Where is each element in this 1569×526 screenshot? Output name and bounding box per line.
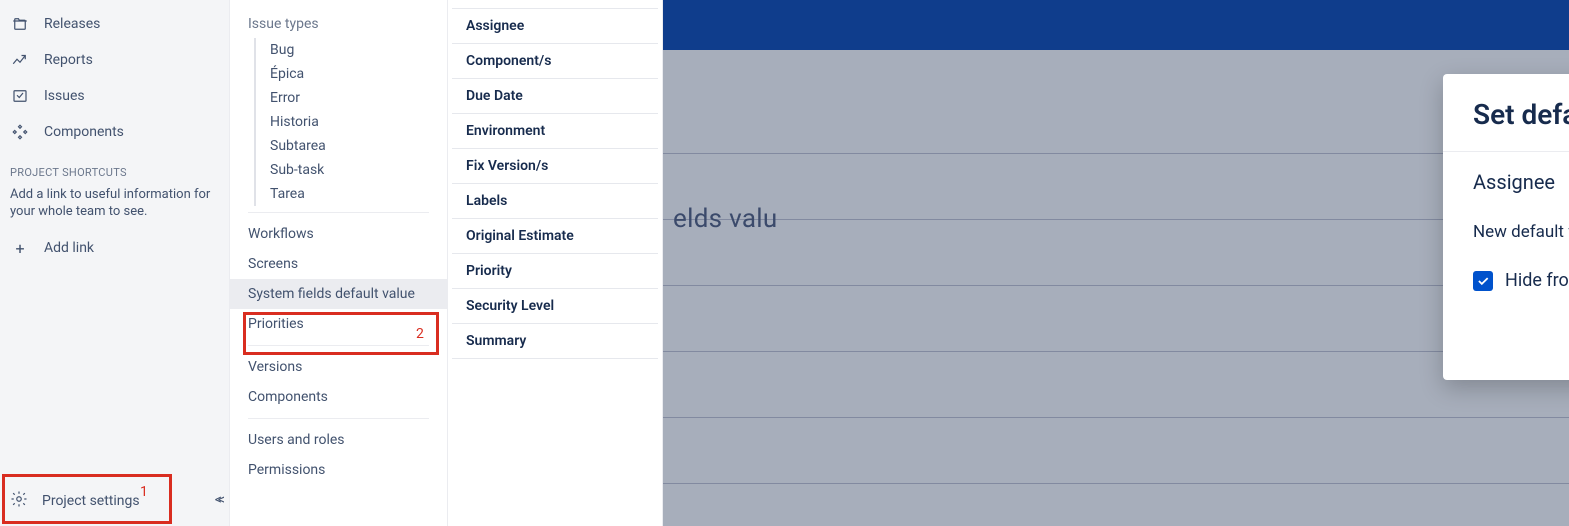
hide-from-create-checkbox[interactable] xyxy=(1473,271,1493,291)
issues-icon xyxy=(10,86,30,106)
settings-screens[interactable]: Screens xyxy=(230,249,447,279)
field-securitylevel[interactable]: Security Level xyxy=(452,289,658,324)
sidebar-item-label: Reports xyxy=(44,52,93,68)
add-link-label: Add link xyxy=(44,240,94,256)
settings-sidebar: Issue types Bug Épica Error Historia Sub… xyxy=(230,0,448,526)
plus-icon: + xyxy=(10,239,30,258)
secondary-bar xyxy=(663,50,1569,150)
sidebar-item-issues[interactable]: Issues xyxy=(0,78,229,114)
page-title-partial: elds valu xyxy=(673,204,778,234)
background-table-rows xyxy=(663,153,1569,526)
issue-type-subtask[interactable]: Sub-task xyxy=(256,158,447,182)
sidebar-item-components[interactable]: Components xyxy=(0,114,229,150)
reports-icon xyxy=(10,50,30,70)
field-duedate[interactable]: Due Date xyxy=(452,79,658,114)
issue-type-epica[interactable]: Épica xyxy=(256,62,447,86)
shortcuts-section-label: PROJECT SHORTCUTS xyxy=(0,150,229,183)
project-settings-button[interactable]: Project settings xyxy=(0,476,229,526)
field-summary[interactable]: Summary xyxy=(452,324,658,359)
modal-title: Set default value xyxy=(1473,98,1569,131)
issue-type-historia[interactable]: Historia xyxy=(256,110,447,134)
field-labels[interactable]: Labels xyxy=(452,184,658,219)
field-originalestimate[interactable]: Original Estimate xyxy=(452,219,658,254)
main-area: elds valu e Set default value Assignee N… xyxy=(663,0,1569,526)
field-environment[interactable]: Environment xyxy=(452,114,658,149)
field-assignee[interactable]: Assignee xyxy=(452,8,658,44)
collapse-sidebar-button[interactable]: << xyxy=(215,492,221,508)
settings-priorities[interactable]: Priorities xyxy=(230,309,447,339)
field-fixversions[interactable]: Fix Version/s xyxy=(452,149,658,184)
components-icon xyxy=(10,122,30,142)
add-link-button[interactable]: + Add link xyxy=(0,231,229,266)
annotation-number-2: 2 xyxy=(416,326,424,342)
field-priority[interactable]: Priority xyxy=(452,254,658,289)
issue-type-tarea[interactable]: Tarea xyxy=(256,182,447,206)
releases-icon xyxy=(10,14,30,34)
shortcuts-help-text: Add a link to useful information for you… xyxy=(0,183,229,231)
sidebar-item-reports[interactable]: Reports xyxy=(0,42,229,78)
settings-versions[interactable]: Versions xyxy=(230,352,447,382)
issue-types-label: Issue types xyxy=(230,4,447,38)
top-nav-bar xyxy=(663,0,1569,50)
modal-field-label: Assignee xyxy=(1473,170,1569,194)
settings-components[interactable]: Components xyxy=(230,382,447,412)
gear-icon xyxy=(10,490,28,512)
project-sidebar: Releases Reports Issues Components xyxy=(0,0,230,526)
fields-column: Assignee Component/s Due Date Environmen… xyxy=(448,0,663,526)
settings-system-fields-default[interactable]: System fields default value xyxy=(230,279,447,309)
settings-workflows[interactable]: Workflows xyxy=(230,219,447,249)
settings-permissions[interactable]: Permissions xyxy=(230,455,447,485)
field-components[interactable]: Component/s xyxy=(452,44,658,79)
issue-type-bug[interactable]: Bug xyxy=(256,38,447,62)
settings-users-roles[interactable]: Users and roles xyxy=(230,425,447,455)
sidebar-item-releases[interactable]: Releases xyxy=(0,6,229,42)
hide-from-create-label: Hide from create screen xyxy=(1505,270,1569,291)
project-settings-label: Project settings xyxy=(42,493,140,509)
sidebar-item-label: Issues xyxy=(44,88,85,104)
issue-type-error[interactable]: Error xyxy=(256,86,447,110)
new-default-value-label: New default value: xyxy=(1473,222,1569,242)
sidebar-item-label: Releases xyxy=(44,16,100,32)
issue-type-subtarea[interactable]: Subtarea xyxy=(256,134,447,158)
set-default-value-modal: Set default value Assignee New default v… xyxy=(1443,74,1569,380)
sidebar-item-label: Components xyxy=(44,124,124,140)
